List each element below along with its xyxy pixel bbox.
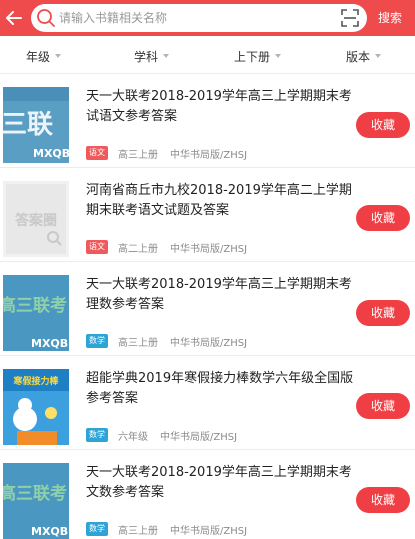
cover-title-text: 寒假接力棒 [12,375,59,387]
list-item[interactable]: 高三联考 MXQB 天一大联考2018-2019学年高三上学期期末考文数参考答案… [0,451,415,539]
book-meta: 语文 高三上册 中华书局版/ZHSJ [86,145,247,161]
book-meta: 数学 六年级 中华书局版/ZHSJ [86,427,237,443]
grade-label: 高三上册 [118,149,158,161]
book-title[interactable]: 天一大联考2018-2019学年高三上学期期末考理数参考答案 [86,275,354,315]
book-title[interactable]: 天一大联考2018-2019学年高三上学期期末考文数参考答案 [86,463,354,503]
cover-title-text: 高三联考 [3,295,67,316]
publisher-label: 中华书局版/ZHSJ [170,149,248,161]
filter-grade-label: 年级 [26,49,51,64]
dropdown-arrow-icon [163,54,170,58]
list-item[interactable]: 寒假接力棒 超能学典2019年寒假接力棒数学六年级全国版参考答案 数学 六年级 … [0,357,415,450]
book-title[interactable]: 天一大联考2018-2019学年高三上学期期末考试语文参考答案 [86,87,354,127]
list-item[interactable]: 高三联考 MXQB 天一大联考2018-2019学年高三上学期期末考理数参考答案… [0,263,415,356]
book-meta: 语文 高二上册 中华书局版/ZHSJ [86,239,247,255]
filter-edition[interactable]: 版本 [346,48,382,64]
book-cover: 寒假接力棒 [3,369,69,445]
top-bar: 请输入书籍相关名称 搜索 [0,0,415,36]
cover-sub-text: MXQB [31,337,68,350]
book-cover: 答案圈 [3,181,69,257]
book-cover: 三联 MXQB [3,87,69,163]
filter-subject-label: 学科 [134,49,159,64]
filter-volume-label: 上下册 [234,49,271,64]
book-cover: 高三联考 MXQB [3,275,69,351]
grade-label: 高三上册 [118,525,158,537]
publisher-label: 中华书局版/ZHSJ [170,337,248,349]
cover-title-text: 高三联考 [3,483,67,504]
cover-title-text: 三联 [3,110,53,140]
search-input[interactable]: 请输入书籍相关名称 [31,4,367,32]
favorite-button[interactable]: 收藏 [356,393,410,419]
publisher-label: 中华书局版/ZHSJ [160,431,238,443]
cover-title-text: 答案圈 [15,212,57,229]
book-meta: 数学 高三上册 中华书局版/ZHSJ [86,333,247,349]
list-item[interactable]: 三联 MXQB 天一大联考2018-2019学年高三上学期期末考试语文参考答案 … [0,75,415,168]
subject-tag: 语文 [86,146,108,160]
dropdown-arrow-icon [375,54,382,58]
book-title[interactable]: 河南省商丘市九校2018-2019学年高二上学期期末联考语文试题及答案 [86,181,354,221]
filter-edition-label: 版本 [346,49,371,64]
favorite-button[interactable]: 收藏 [356,205,410,231]
subject-tag: 数学 [86,334,108,348]
grade-label: 高二上册 [118,243,158,255]
search-icon [37,9,55,27]
subject-tag: 语文 [86,240,108,254]
favorite-button[interactable]: 收藏 [356,487,410,513]
book-title[interactable]: 超能学典2019年寒假接力棒数学六年级全国版参考答案 [86,369,354,409]
book-meta: 数学 高三上册 中华书局版/ZHSJ [86,521,247,537]
favorite-button[interactable]: 收藏 [356,112,410,138]
subject-tag: 数学 [86,522,108,536]
cover-sub-text: MXQB [33,147,69,160]
search-placeholder: 请输入书籍相关名称 [59,11,168,25]
list-item[interactable]: 答案圈 河南省商丘市九校2018-2019学年高二上学期期末联考语文试题及答案 … [0,169,415,262]
dropdown-arrow-icon [275,54,282,58]
filter-volume[interactable]: 上下册 [234,48,282,64]
subject-tag: 数学 [86,428,108,442]
filter-subject[interactable]: 学科 [134,48,170,64]
back-arrow-icon[interactable] [2,6,26,30]
cover-sub-text: MXQB [31,525,68,538]
favorite-button[interactable]: 收藏 [356,300,410,326]
filter-bar: 年级 学科 上下册 版本 [0,36,415,74]
publisher-label: 中华书局版/ZHSJ [170,243,248,255]
scan-icon[interactable] [339,7,361,29]
search-button[interactable]: 搜索 [378,10,402,26]
grade-label: 高三上册 [118,337,158,349]
publisher-label: 中华书局版/ZHSJ [170,525,248,537]
grade-label: 六年级 [118,431,148,443]
book-cover: 高三联考 MXQB [3,463,69,539]
filter-grade[interactable]: 年级 [26,48,62,64]
dropdown-arrow-icon [55,54,62,58]
